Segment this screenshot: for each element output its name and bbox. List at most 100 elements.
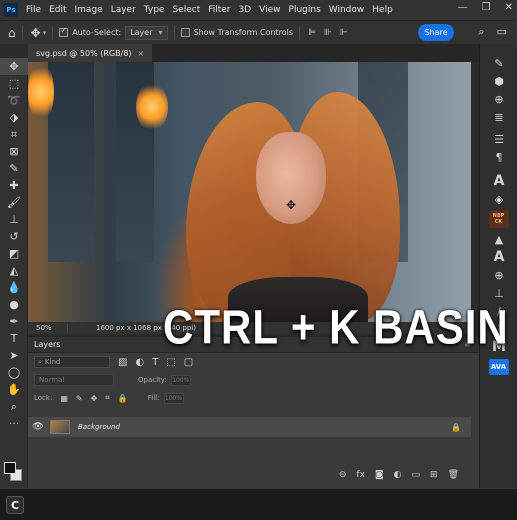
auto-select-checkbox[interactable]	[59, 26, 69, 37]
kind-filter[interactable]: ⌕ Kind	[34, 356, 110, 368]
history-brush-tool[interactable]: ↺	[0, 228, 28, 245]
menu-3d[interactable]: 3D	[239, 5, 252, 15]
blend-mode-dropdown[interactable]: Normal	[34, 374, 114, 386]
marquee-tool[interactable]: ⬚	[0, 75, 28, 92]
menu-file[interactable]: File	[26, 5, 41, 15]
opacity-label: Opacity:	[138, 376, 167, 384]
nbp-plugin-icon[interactable]: NBP CK	[488, 210, 509, 228]
type-filter-icon[interactable]: T	[152, 357, 158, 368]
history-brush-icon: ↺	[9, 230, 19, 243]
menu-type[interactable]: Type	[144, 5, 165, 15]
menu-select[interactable]: Select	[172, 5, 200, 15]
smart-object-filter-icon[interactable]: ▢	[184, 357, 193, 368]
ava-plugin-icon[interactable]: AVA	[488, 359, 509, 375]
close-tab-icon[interactable]: ×	[138, 49, 145, 58]
add-mask-icon[interactable]: ◙	[375, 470, 384, 480]
swatches-icon[interactable]: ⬢	[484, 72, 514, 90]
lock-pixels-icon[interactable]: ▦	[60, 394, 68, 403]
layers-tab[interactable]: Layers	[34, 340, 60, 349]
gradient-tool[interactable]: ◭	[0, 262, 28, 279]
adjustment-filter-icon[interactable]: ◐	[135, 357, 144, 368]
share-button[interactable]: Share	[418, 24, 454, 41]
adjustment-layer-icon[interactable]: ◐	[394, 470, 402, 480]
drop-icon: 💧	[7, 281, 21, 294]
layers-panel-footer: ⊖ fx ◙ ◐ ▭ ⊞ 🗑	[28, 468, 471, 482]
lock-panel-icon[interactable]: ▲	[484, 230, 514, 248]
lock-all-icon[interactable]: 🔒	[118, 394, 128, 403]
pixel-filter-icon[interactable]: ▨	[118, 357, 127, 368]
pen-tool[interactable]: ✒	[0, 313, 28, 330]
eyedropper-tool[interactable]: ✎	[0, 160, 28, 177]
show-transform-checkbox[interactable]	[180, 28, 190, 37]
dodge-tool[interactable]: ●	[0, 296, 28, 313]
zoom-level[interactable]: 50%	[28, 324, 68, 332]
brush-tool[interactable]: 🖌	[0, 194, 28, 211]
paragraph-icon[interactable]: ¶	[484, 148, 514, 166]
link-layers-icon[interactable]: ⊖	[339, 470, 347, 480]
type-tool[interactable]: T	[0, 330, 28, 347]
type-panel-icon[interactable]: A	[484, 248, 514, 266]
restore-button[interactable]: ❐	[482, 2, 491, 13]
lasso-tool[interactable]: ➰	[0, 92, 28, 109]
menu-edit[interactable]: Edit	[49, 5, 66, 15]
new-layer-icon[interactable]: ⊞	[430, 470, 438, 480]
menu-window[interactable]: Window	[329, 5, 365, 15]
align-right-icon[interactable]: ⊩	[340, 28, 348, 38]
bandage-icon: ✚	[9, 179, 19, 192]
brush-settings-icon[interactable]: ⊕	[484, 90, 514, 108]
new-group-icon[interactable]: ▭	[412, 470, 421, 480]
blur-tool[interactable]: 💧	[0, 279, 28, 296]
home-icon[interactable]: ⌂	[8, 26, 16, 40]
move-tool-icon[interactable]: ✥	[31, 26, 41, 40]
menu-view[interactable]: View	[259, 5, 280, 15]
shape-filter-icon[interactable]: ⬚	[166, 357, 175, 368]
minimize-button[interactable]: —	[458, 2, 468, 13]
document-tab[interactable]: svg.psd @ 50% (RGB/8) ×	[28, 44, 153, 62]
lock-image-icon[interactable]: ✎	[76, 394, 83, 403]
color-panel-icon[interactable]: ✎	[484, 54, 514, 72]
glyphs-icon[interactable]: ⊕	[484, 266, 514, 284]
chevron-down-icon[interactable]: ▾	[43, 29, 47, 37]
eye-icon[interactable]: 👁	[28, 422, 48, 432]
menu-filter[interactable]: Filter	[208, 5, 230, 15]
crop-tool[interactable]: ⌗	[0, 126, 28, 143]
foreground-color-swatch[interactable]	[4, 462, 16, 474]
auto-select-dropdown[interactable]: Layer ▾	[125, 25, 168, 40]
edit-toolbar[interactable]: ···	[0, 415, 28, 432]
delete-layer-icon[interactable]: 🗑	[448, 470, 459, 480]
layer-row-background[interactable]: 👁 Background 🔒	[28, 417, 471, 437]
workspace-icon[interactable]: ▭	[497, 25, 507, 39]
close-window-button[interactable]: ✕	[505, 2, 513, 13]
zoom-tool[interactable]: ⌕	[0, 398, 28, 415]
align-left-icon[interactable]: ⊫	[308, 28, 316, 38]
capcut-icon[interactable]: C	[6, 496, 24, 514]
object-select-icon: ⬗	[9, 111, 19, 124]
healing-tool[interactable]: ✚	[0, 177, 28, 194]
object-select-tool[interactable]: ⬗	[0, 109, 28, 126]
path-select-tool[interactable]: ➤	[0, 347, 28, 364]
move-tool[interactable]: ✥	[0, 58, 28, 75]
eraser-tool[interactable]: ◩	[0, 245, 28, 262]
adjustments-icon[interactable]: ≣	[484, 108, 514, 126]
fx-icon[interactable]: fx	[356, 470, 365, 480]
search-icon[interactable]: ⌕	[478, 25, 484, 39]
menu-help[interactable]: Help	[372, 5, 393, 15]
properties-icon[interactable]: ☰	[484, 130, 514, 148]
lock-position-icon[interactable]: ✥	[91, 394, 98, 403]
opacity-field[interactable]: 100%	[170, 374, 191, 386]
fill-field[interactable]: 100%	[163, 392, 184, 404]
layer-thumbnail	[50, 420, 70, 434]
frame-tool[interactable]: ⊠	[0, 143, 28, 160]
background-light	[28, 62, 54, 122]
layers-stack-icon[interactable]: ◈	[484, 190, 514, 208]
stamp-tool[interactable]: ⊥	[0, 211, 28, 228]
hand-tool[interactable]: ✋	[0, 381, 28, 398]
lock-artboard-icon[interactable]: ⌗	[105, 393, 110, 403]
shape-tool[interactable]: ◯	[0, 364, 28, 381]
character-icon[interactable]: A	[484, 172, 514, 190]
menu-plugins[interactable]: Plugins	[289, 5, 321, 15]
menu-image[interactable]: Image	[75, 5, 103, 15]
canvas[interactable]: ✥	[28, 62, 471, 322]
align-center-icon[interactable]: ⊪	[324, 28, 332, 38]
menu-layer[interactable]: Layer	[111, 5, 136, 15]
